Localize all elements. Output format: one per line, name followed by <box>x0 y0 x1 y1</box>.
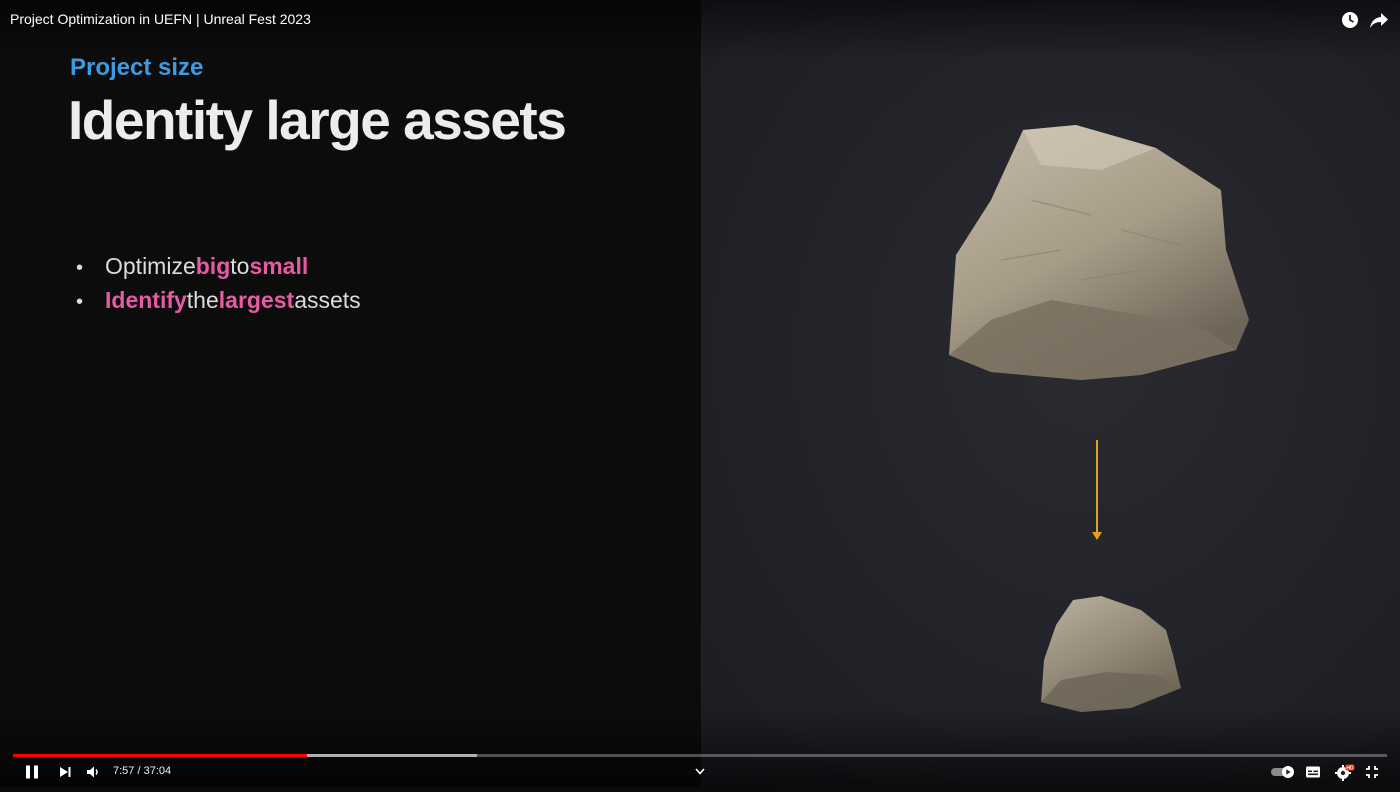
bullet-list: • Optimize big to small • Identify the l… <box>76 250 361 318</box>
large-rock <box>949 125 1249 380</box>
captions-icon <box>1306 766 1320 778</box>
bullet-text: Optimize <box>105 253 196 279</box>
bullet-highlight: Identify <box>105 287 187 313</box>
volume-icon <box>87 766 98 778</box>
next-button[interactable] <box>58 765 72 784</box>
small-rock <box>1041 596 1181 712</box>
captions-button[interactable] <box>1305 765 1321 784</box>
bullet-dot-icon: • <box>76 257 84 279</box>
bullet-item: • Identify the largest assets <box>76 284 361 318</box>
exit-fullscreen-button[interactable] <box>1365 765 1379 784</box>
settings-icon: HD <box>1335 764 1355 781</box>
next-icon <box>60 767 71 777</box>
bullet-highlight: largest <box>218 287 295 313</box>
bullet-text: to <box>230 253 250 279</box>
pause-button[interactable] <box>24 764 40 785</box>
video-title[interactable]: Project Optimization in UEFN | Unreal Fe… <box>10 11 311 27</box>
autoplay-toggle[interactable] <box>1270 765 1296 784</box>
bullet-item: • Optimize big to small <box>76 250 361 284</box>
bullet-highlight: big <box>195 253 231 279</box>
autoplay-toggle-icon <box>1271 766 1294 778</box>
watch-later-icon[interactable] <box>1340 10 1360 30</box>
arrow-down <box>1092 440 1102 540</box>
slide-right-panel <box>701 0 1400 787</box>
progress-bar[interactable] <box>13 754 1387 757</box>
progress-played <box>13 754 308 757</box>
bullet-text: the <box>186 287 219 313</box>
slide-headline: Identity large assets <box>68 89 567 151</box>
pause-icon <box>26 765 38 779</box>
bullet-text: assets <box>294 287 361 313</box>
time-display: 7:57 / 37:04 <box>113 765 172 777</box>
exit-fullscreen-icon <box>1366 766 1378 778</box>
settings-button[interactable]: HD <box>1335 763 1355 786</box>
slide-eyebrow: Project size <box>70 54 204 81</box>
settings-badge-label: HD <box>1346 765 1354 771</box>
share-icon[interactable] <box>1369 10 1389 30</box>
chevron-down-icon[interactable] <box>694 764 706 782</box>
bullet-highlight: small <box>249 253 309 279</box>
bullet-dot-icon: • <box>76 291 84 313</box>
volume-button[interactable] <box>86 765 102 784</box>
rock-illustration <box>949 125 1249 712</box>
